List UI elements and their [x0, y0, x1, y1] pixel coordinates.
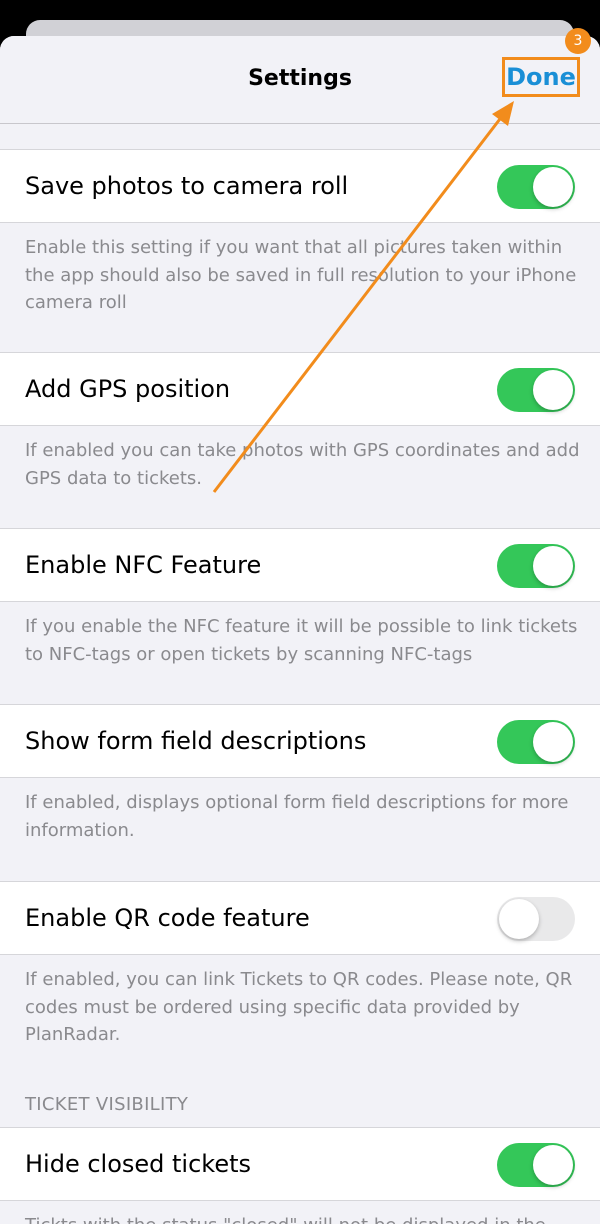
nfc-toggle[interactable] — [497, 544, 575, 588]
toggle-knob — [533, 1145, 573, 1185]
section-header-ticket-visibility: TICKET VISIBILITY — [25, 1094, 189, 1115]
gps-toggle[interactable] — [497, 368, 575, 412]
settings-sheet: Settings Save photos to camera roll Enab… — [0, 36, 600, 1224]
save-photos-toggle[interactable] — [497, 165, 575, 209]
toggle-knob — [533, 370, 573, 410]
setting-label: Add GPS position — [25, 375, 231, 403]
toggle-knob — [533, 167, 573, 207]
setting-label: Hide closed tickets — [25, 1150, 252, 1178]
form-descriptions-toggle[interactable] — [497, 720, 575, 764]
setting-row-form-descriptions: Show form field descriptions — [0, 704, 600, 778]
setting-description: If you enable the NFC feature it will be… — [25, 616, 578, 665]
setting-label: Show form field descriptions — [25, 727, 367, 755]
toggle-knob — [533, 546, 573, 586]
step-badge: 3 — [565, 28, 591, 54]
toggle-knob — [533, 722, 573, 762]
qr-code-toggle[interactable] — [497, 897, 575, 941]
setting-row-gps: Add GPS position — [0, 352, 600, 426]
toggle-knob — [499, 899, 539, 939]
setting-description: If enabled you can take photos with GPS … — [25, 440, 580, 489]
hide-closed-toggle[interactable] — [497, 1143, 575, 1187]
setting-label: Enable NFC Feature — [25, 551, 262, 579]
setting-row-nfc: Enable NFC Feature — [0, 528, 600, 602]
setting-description: If enabled, displays optional form field… — [25, 792, 569, 841]
setting-label: Save photos to camera roll — [25, 172, 349, 200]
done-button[interactable]: Done — [502, 57, 580, 97]
setting-description: Enable this setting if you want that all… — [25, 237, 577, 313]
setting-description: Tickts with the status "closed" will not… — [25, 1212, 585, 1224]
setting-label: Enable QR code feature — [25, 904, 310, 932]
setting-description: If enabled, you can link Tickets to QR c… — [25, 969, 573, 1045]
setting-row-save-photos: Save photos to camera roll — [0, 149, 600, 223]
setting-row-hide-closed: Hide closed tickets — [0, 1127, 600, 1201]
setting-row-qr-code: Enable QR code feature — [0, 881, 600, 955]
